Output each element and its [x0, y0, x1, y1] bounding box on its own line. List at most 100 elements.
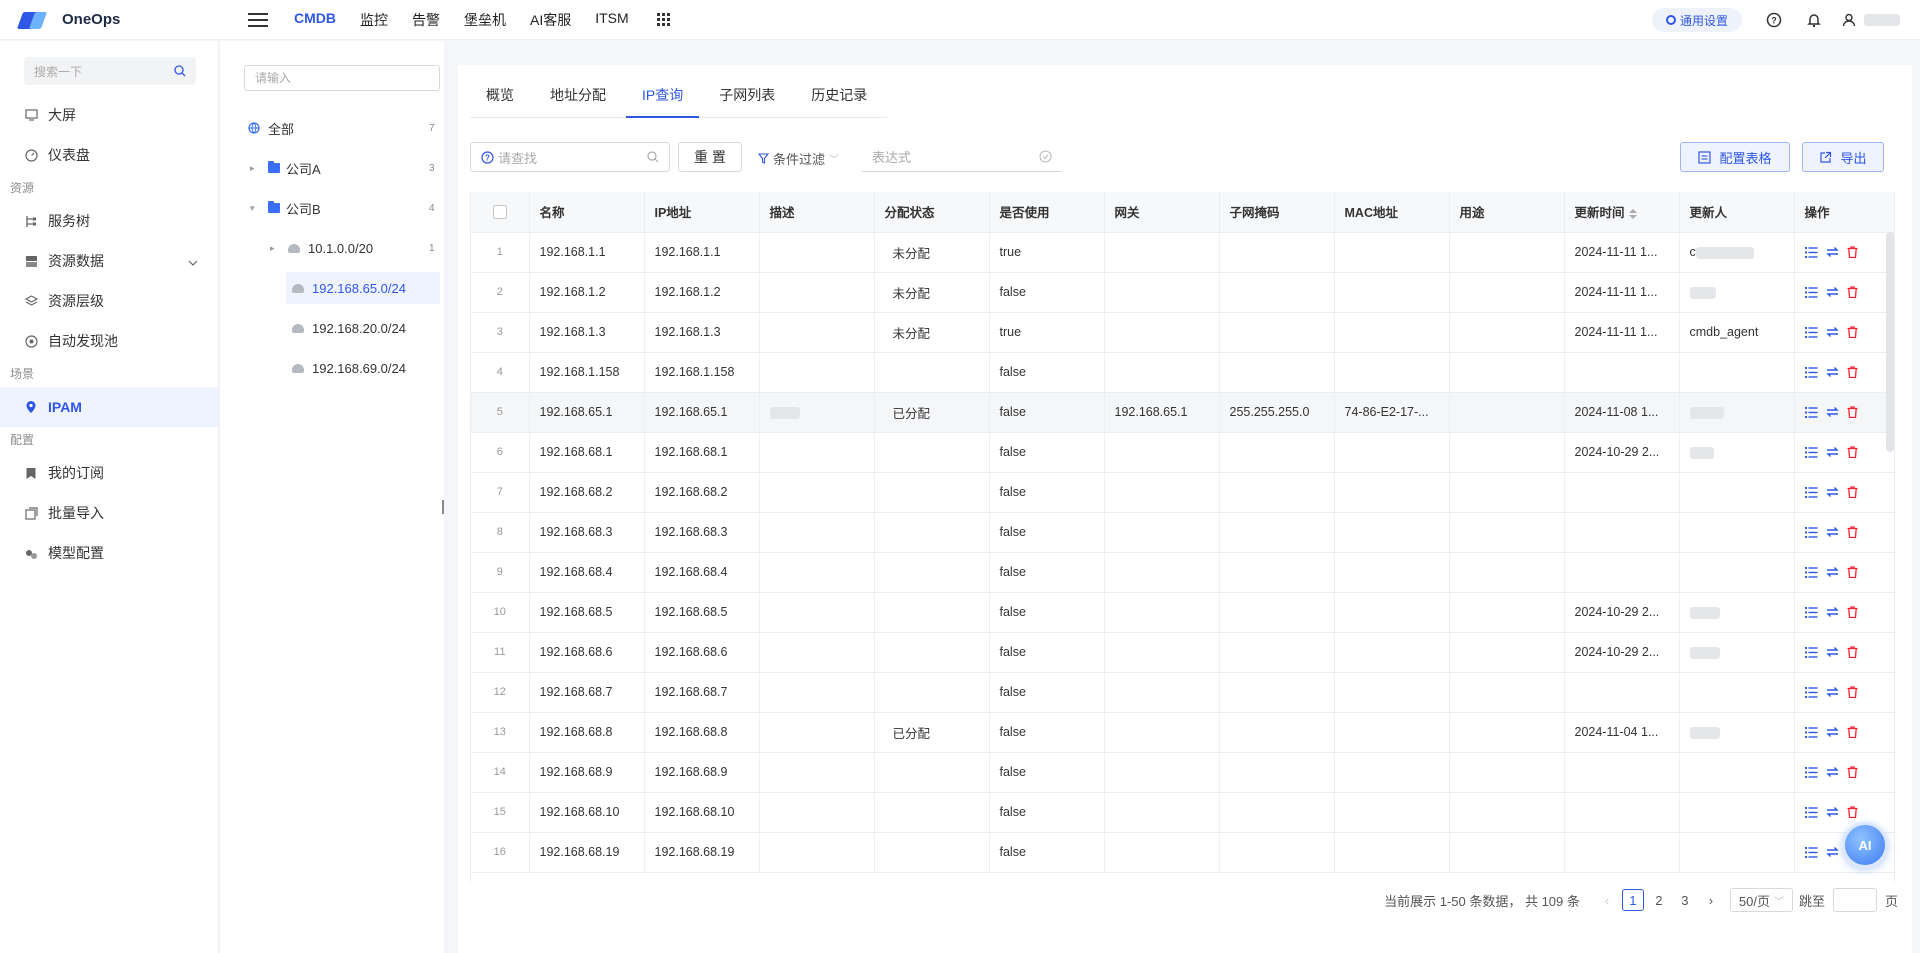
table-row[interactable]: 11 192.168.68.6 192.168.68.6 false 2024-10-2… — [471, 632, 1894, 673]
logo[interactable]: OneOps — [16, 9, 220, 31]
details-list-icon[interactable] — [1804, 446, 1818, 458]
details-list-icon[interactable] — [1804, 286, 1818, 298]
select-all-checkbox[interactable] — [471, 192, 530, 233]
sidebar-item-layers[interactable]: 资源层级 — [0, 281, 218, 321]
delete-trash-icon[interactable] — [1847, 446, 1858, 458]
tab-item[interactable]: 子网列表 — [703, 85, 791, 117]
delete-trash-icon[interactable] — [1847, 766, 1858, 778]
sidebar-item-monitor[interactable]: 大屏 — [0, 95, 218, 135]
table-row[interactable]: 1 192.168.1.1 192.168.1.1 未分配 true 2024-11-11… — [471, 232, 1894, 273]
sidebar-item-database[interactable]: 资源数据 — [0, 241, 218, 281]
notification-bell-icon[interactable] — [1806, 12, 1822, 28]
sort-icon[interactable] — [1628, 208, 1637, 219]
column-header[interactable]: 操作 — [1794, 192, 1894, 233]
swap-icon[interactable] — [1825, 686, 1839, 698]
tab-item[interactable]: 概览 — [470, 85, 530, 117]
reset-button[interactable]: 重 置 — [678, 142, 742, 172]
details-list-icon[interactable] — [1804, 766, 1818, 778]
caret-down-icon[interactable]: ▾ — [250, 203, 260, 214]
details-list-icon[interactable] — [1804, 566, 1818, 578]
swap-icon[interactable] — [1825, 366, 1839, 378]
apps-grid-icon[interactable] — [656, 12, 671, 27]
column-header[interactable]: 更新人 — [1679, 192, 1795, 233]
general-settings-button[interactable]: 通用设置 — [1651, 8, 1742, 32]
delete-trash-icon[interactable] — [1847, 526, 1858, 538]
swap-icon[interactable] — [1825, 606, 1839, 618]
table-row[interactable]: 2 192.168.1.2 192.168.1.2 未分配 false 2024-11-1… — [471, 272, 1894, 313]
column-header[interactable]: IP地址 — [644, 192, 760, 233]
topnav-item[interactable]: CMDB — [294, 10, 336, 30]
sidebar-item-import[interactable]: 批量导入 — [0, 493, 218, 533]
swap-icon[interactable] — [1825, 766, 1839, 778]
topnav-item[interactable]: ITSM — [595, 10, 628, 30]
expression-input[interactable]: 表达式 — [862, 142, 1062, 172]
swap-icon[interactable] — [1825, 286, 1839, 298]
delete-trash-icon[interactable] — [1847, 406, 1858, 418]
delete-trash-icon[interactable] — [1847, 566, 1858, 578]
table-row[interactable]: 3 192.168.1.3 192.168.1.3 未分配 true 2024-11-11… — [471, 312, 1894, 353]
table-row[interactable]: 6 192.168.68.1 192.168.68.1 false 2024-10-29… — [471, 432, 1894, 473]
tab-item[interactable]: 地址分配 — [534, 85, 622, 117]
prev-page-icon[interactable]: ‹ — [1596, 889, 1618, 911]
delete-trash-icon[interactable] — [1847, 486, 1858, 498]
table-row[interactable]: 7 192.168.68.2 192.168.68.2 false — [471, 472, 1894, 513]
column-header[interactable]: 子网掩码 — [1219, 192, 1335, 233]
tree-search-input[interactable]: 请输入 — [244, 65, 440, 91]
ai-assistant-button[interactable]: AI — [1842, 822, 1888, 868]
details-list-icon[interactable] — [1804, 366, 1818, 378]
table-scrollbar[interactable] — [1886, 232, 1894, 452]
tree-node-subnet[interactable]: 192.168.69.0/24 — [292, 352, 440, 384]
search-input[interactable]: ? 请查找 — [470, 142, 670, 172]
swap-icon[interactable] — [1825, 726, 1839, 738]
page-size-select[interactable]: 50/页 ﹀ — [1729, 888, 1793, 912]
sidebar-item-dashboard[interactable]: 仪表盘 — [0, 135, 218, 175]
panel-resize-handle[interactable] — [442, 500, 444, 514]
delete-trash-icon[interactable] — [1847, 286, 1858, 298]
swap-icon[interactable] — [1825, 806, 1839, 818]
table-row[interactable]: 5 192.168.65.1 192.168.65.1 已分配 false 192.168… — [471, 392, 1894, 433]
tab-item[interactable]: IP查询 — [626, 85, 700, 118]
table-row[interactable]: 4 192.168.1.158 192.168.1.158 false — [471, 352, 1894, 393]
delete-trash-icon[interactable] — [1847, 366, 1858, 378]
swap-icon[interactable] — [1825, 526, 1839, 538]
tree-node-all[interactable]: 全部 7 — [248, 112, 438, 144]
user-menu[interactable] — [1842, 13, 1900, 27]
jump-page-input[interactable] — [1832, 888, 1877, 912]
swap-icon[interactable] — [1825, 486, 1839, 498]
details-list-icon[interactable] — [1804, 246, 1818, 258]
topnav-item[interactable]: AI客服 — [530, 10, 571, 30]
topnav-item[interactable]: 监控 — [360, 10, 388, 30]
details-list-icon[interactable] — [1804, 486, 1818, 498]
tree-node-subnet[interactable]: 192.168.20.0/24 — [292, 312, 440, 344]
table-row[interactable]: 8 192.168.68.3 192.168.68.3 false — [471, 512, 1894, 553]
tree-node-company-a[interactable]: ▸ 公司A 3 — [250, 152, 440, 184]
check-circle-icon[interactable] — [1039, 150, 1052, 163]
caret-right-icon[interactable]: ▸ — [250, 163, 260, 174]
condition-filter-dropdown[interactable]: 条件过滤 ﹀ — [758, 149, 839, 168]
details-list-icon[interactable] — [1804, 606, 1818, 618]
sidebar-item-ipam[interactable]: IPAM — [0, 387, 218, 427]
swap-icon[interactable] — [1825, 646, 1839, 658]
delete-trash-icon[interactable] — [1847, 686, 1858, 698]
swap-icon[interactable] — [1825, 446, 1839, 458]
sidebar-search-input[interactable]: 搜索一下 — [24, 57, 196, 85]
delete-trash-icon[interactable] — [1847, 606, 1858, 618]
details-list-icon[interactable] — [1804, 846, 1818, 858]
swap-icon[interactable] — [1825, 326, 1839, 338]
table-row[interactable]: 15 192.168.68.10 192.168.68.10 false — [471, 792, 1894, 833]
column-header[interactable]: 更新时间 — [1564, 192, 1680, 233]
next-page-icon[interactable]: › — [1700, 889, 1722, 911]
table-row[interactable]: 12 192.168.68.7 192.168.68.7 false — [471, 672, 1894, 713]
table-row[interactable]: 14 192.168.68.9 192.168.68.9 false — [471, 752, 1894, 793]
swap-icon[interactable] — [1825, 246, 1839, 258]
delete-trash-icon[interactable] — [1847, 726, 1858, 738]
topnav-item[interactable]: 堡垒机 — [464, 10, 506, 30]
column-header[interactable]: 用途 — [1449, 192, 1565, 233]
tab-item[interactable]: 历史记录 — [795, 85, 883, 117]
details-list-icon[interactable] — [1804, 406, 1818, 418]
swap-icon[interactable] — [1825, 846, 1839, 858]
chevron-down-icon[interactable] — [188, 253, 198, 269]
export-button[interactable]: 导出 — [1802, 142, 1884, 172]
column-header[interactable]: 是否使用 — [989, 192, 1105, 233]
swap-icon[interactable] — [1825, 566, 1839, 578]
